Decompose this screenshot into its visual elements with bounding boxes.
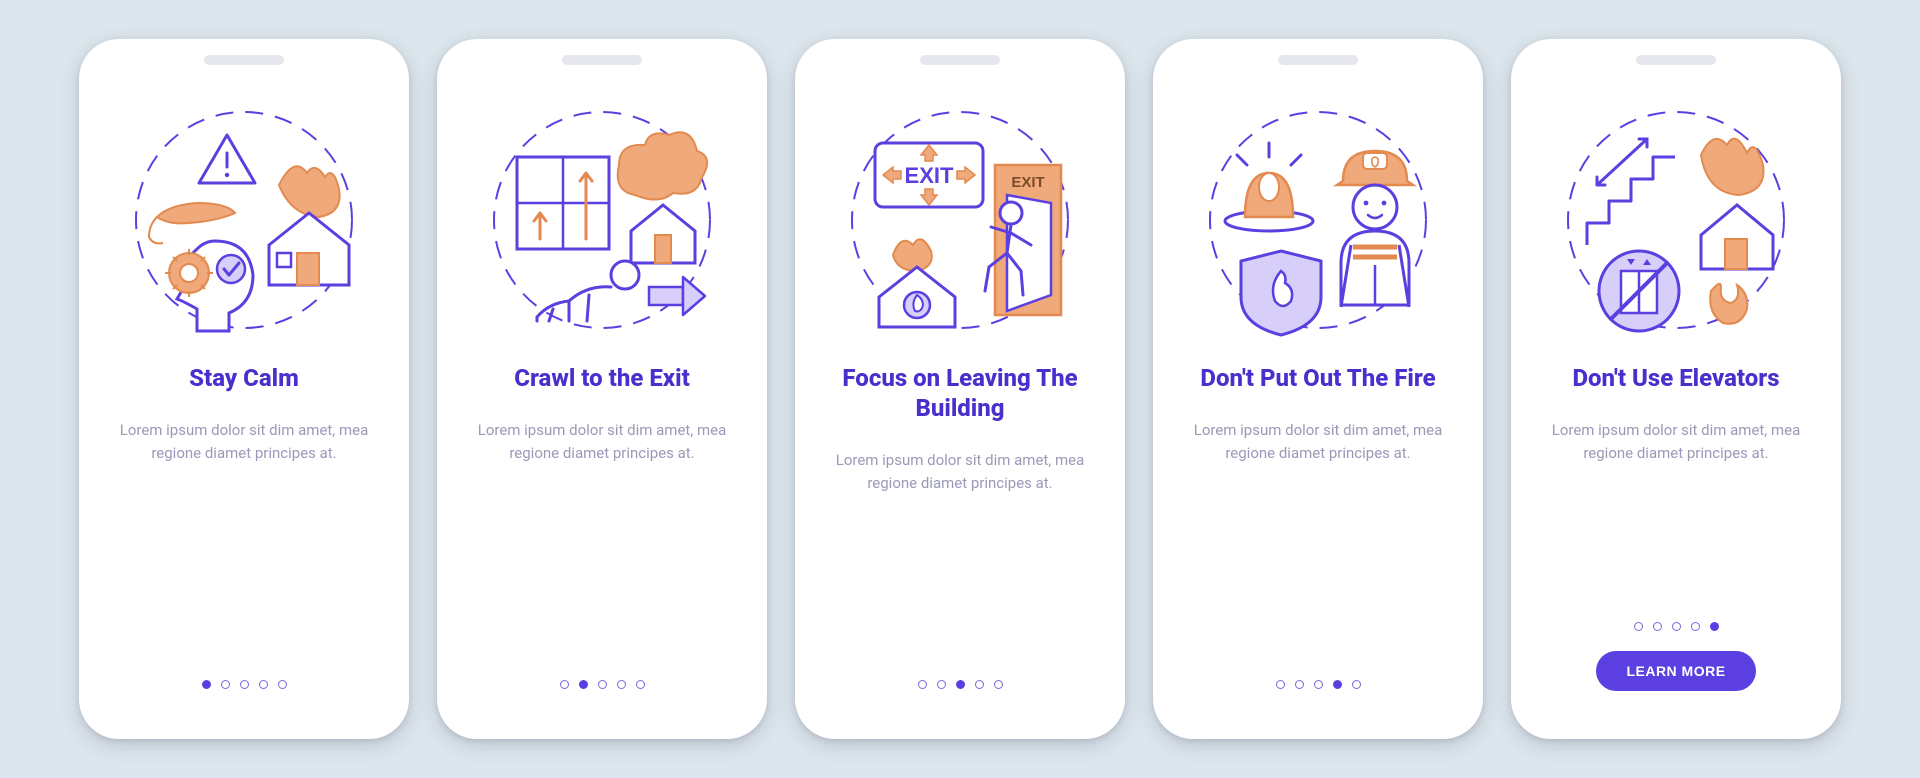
pager-dot[interactable] (956, 680, 965, 689)
no-elevator-icon (1599, 251, 1679, 331)
card-body: Lorem ipsum dolor sit dim amet, mea regi… (105, 419, 383, 466)
pager-dot[interactable] (1672, 622, 1681, 631)
pager-dot[interactable] (994, 680, 1003, 689)
fire-shield-icon (1241, 251, 1321, 335)
arrow-right-icon (649, 277, 705, 315)
pager-dot[interactable] (1691, 622, 1700, 631)
card-body: Lorem ipsum dolor sit dim amet, mea regi… (1179, 419, 1457, 466)
pager-dot[interactable] (1333, 680, 1342, 689)
pager-dot[interactable] (617, 680, 626, 689)
hand-icon (149, 203, 235, 243)
card-title: Crawl to the Exit (510, 363, 694, 393)
onboarding-card-dont-use-elevators: Don't Use Elevators Lorem ipsum dolor si… (1511, 39, 1841, 739)
pager-dot[interactable] (1276, 680, 1285, 689)
smoke-house-icon (618, 132, 707, 263)
card-body: Lorem ipsum dolor sit dim amet, mea regi… (1537, 419, 1815, 466)
exit-sign-icon: EXIT (875, 143, 983, 207)
onboarding-card-leave-building: EXIT EXIT (795, 39, 1125, 739)
siren-icon (1225, 143, 1313, 231)
card-body: Lorem ipsum dolor sit dim amet, mea regi… (463, 419, 741, 466)
pager-dot[interactable] (221, 680, 230, 689)
card-title: Don't Use Elevators (1568, 363, 1783, 393)
pager-dot[interactable] (1314, 680, 1323, 689)
firefighter-icon (1337, 151, 1413, 307)
warning-icon (199, 135, 255, 183)
pager-dot[interactable] (636, 680, 645, 689)
pager-dots (1634, 622, 1719, 631)
illustration-leave-building: EXIT EXIT (835, 95, 1085, 345)
pager-dot[interactable] (598, 680, 607, 689)
learn-more-button[interactable]: LEARN MORE (1596, 651, 1755, 691)
pager-dot[interactable] (240, 680, 249, 689)
card-body: Lorem ipsum dolor sit dim amet, mea regi… (821, 449, 1099, 496)
pager-dot[interactable] (202, 680, 211, 689)
flame-icon (1710, 284, 1747, 324)
pager-dot[interactable] (1710, 622, 1719, 631)
pager-dot[interactable] (975, 680, 984, 689)
pager-dot[interactable] (937, 680, 946, 689)
pager-dot[interactable] (278, 680, 287, 689)
pager-dot[interactable] (560, 680, 569, 689)
illustration-dont-use-elevators (1551, 95, 1801, 345)
pager-dot[interactable] (1295, 680, 1304, 689)
pager-dots (560, 680, 645, 689)
pager-dot[interactable] (1634, 622, 1643, 631)
pager-dot[interactable] (579, 680, 588, 689)
fire-house-icon (1701, 139, 1773, 269)
illustration-crawl-exit (477, 95, 727, 345)
floor-plan-icon (517, 157, 609, 249)
pager-dots (1276, 680, 1361, 689)
exit-door-icon: EXIT (995, 165, 1061, 315)
onboarding-card-crawl-exit: Crawl to the Exit Lorem ipsum dolor sit … (437, 39, 767, 739)
illustration-stay-calm (119, 95, 369, 345)
head-gear-check-icon (165, 241, 253, 331)
pager-dot[interactable] (259, 680, 268, 689)
pager-dot[interactable] (918, 680, 927, 689)
pager-dot[interactable] (1653, 622, 1662, 631)
pager-dots (202, 680, 287, 689)
pager-dots (918, 680, 1003, 689)
crawl-person-icon (537, 261, 639, 321)
illustration-dont-put-out-fire (1193, 95, 1443, 345)
card-title: Focus on Leaving The Building (821, 363, 1099, 423)
onboarding-card-dont-put-out-fire: Don't Put Out The Fire Lorem ipsum dolor… (1153, 39, 1483, 739)
exit-sign-text: EXIT (905, 163, 954, 188)
card-title: Stay Calm (185, 363, 303, 393)
card-title: Don't Put Out The Fire (1196, 363, 1439, 393)
stairs-icon (1587, 139, 1675, 245)
house-fire-small-icon (879, 239, 955, 327)
pager-dot[interactable] (1352, 680, 1361, 689)
onboarding-card-stay-calm: Stay Calm Lorem ipsum dolor sit dim amet… (79, 39, 409, 739)
exit-door-text: EXIT (1011, 174, 1044, 191)
house-fire-icon (269, 166, 349, 285)
